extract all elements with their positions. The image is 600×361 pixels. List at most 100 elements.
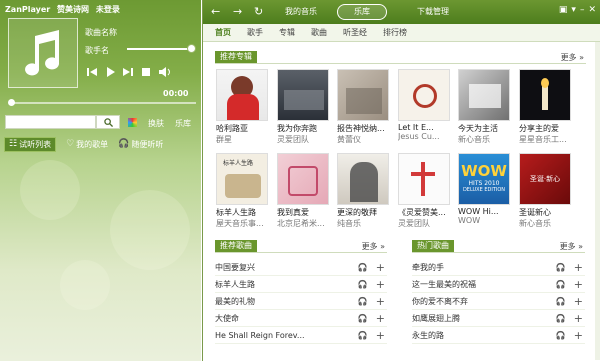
- album-card[interactable]: 更深的敬拜 纯音乐: [337, 153, 389, 229]
- subnav-singers[interactable]: 歌手: [247, 27, 263, 38]
- tab-trial-list[interactable]: ☷ 试听列表: [4, 136, 57, 152]
- cover-text: DELUXE EDITION: [462, 187, 506, 193]
- listen-icon[interactable]: 🎧: [556, 331, 566, 340]
- progress-bar[interactable]: [10, 102, 196, 104]
- add-icon[interactable]: +: [376, 278, 385, 291]
- skin-icon[interactable]: ▣: [559, 5, 568, 15]
- volume-slider[interactable]: [127, 48, 189, 50]
- stop-icon[interactable]: [141, 67, 151, 77]
- song-row[interactable]: 你的爱不离不弃 🎧 +: [412, 293, 585, 310]
- album-card[interactable]: 分享主的爱 星星音乐工...: [519, 69, 571, 145]
- app-name: ZanPlayer: [5, 5, 51, 14]
- add-icon[interactable]: +: [574, 278, 583, 291]
- search-button[interactable]: [96, 115, 120, 129]
- album-cover: [8, 18, 78, 88]
- listen-icon[interactable]: 🎧: [358, 280, 368, 289]
- listen-icon[interactable]: 🎧: [358, 314, 368, 323]
- tab-random-listen[interactable]: 🎧 随便听听: [118, 139, 163, 150]
- add-icon[interactable]: +: [376, 261, 385, 274]
- album-artist: 北京尼希米...: [277, 219, 325, 228]
- tab-library[interactable]: 乐库: [337, 4, 387, 20]
- login-status[interactable]: 未登录: [96, 5, 120, 14]
- palette-icon[interactable]: [128, 118, 137, 127]
- album-card[interactable]: Let It E... Jesus Cu...: [398, 69, 450, 141]
- playlist-icon: ☷: [9, 139, 18, 149]
- subnav-charts[interactable]: 排行榜: [383, 27, 407, 38]
- listen-icon[interactable]: 🎧: [358, 297, 368, 306]
- album-cover-art: [398, 153, 450, 205]
- refresh-icon[interactable]: ↻: [254, 5, 263, 18]
- next-icon[interactable]: [123, 67, 133, 77]
- back-icon[interactable]: ←: [211, 5, 220, 18]
- song-row[interactable]: He Shall Reign Forev... 🎧 +: [215, 327, 387, 344]
- subnav-home[interactable]: 首页: [215, 27, 231, 38]
- skin-button[interactable]: 换肤: [148, 118, 164, 129]
- sub-navigation: 首页 歌手 专辑 歌曲 听圣经 排行榜: [203, 24, 600, 42]
- previous-icon[interactable]: [87, 67, 97, 77]
- minimize-icon[interactable]: –: [580, 5, 585, 15]
- song-title: 如鹰展翅上腾: [412, 313, 460, 323]
- song-title: 最美的礼物: [215, 296, 255, 306]
- more-link[interactable]: 更多 »: [561, 52, 584, 63]
- more-link[interactable]: 更多 »: [362, 241, 385, 252]
- more-link[interactable]: 更多 »: [560, 241, 583, 252]
- song-row[interactable]: 永生的路 🎧 +: [412, 327, 585, 344]
- subnav-songs[interactable]: 歌曲: [311, 27, 327, 38]
- listen-icon[interactable]: 🎧: [556, 297, 566, 306]
- close-icon[interactable]: ✕: [588, 5, 596, 15]
- heart-icon: ♡: [66, 139, 75, 149]
- listen-icon[interactable]: 🎧: [556, 280, 566, 289]
- album-card[interactable]: 我到真爱 北京尼希米...: [277, 153, 329, 229]
- album-title: Let It E...: [398, 123, 434, 132]
- song-row[interactable]: 这一生最美的祝福 🎧 +: [412, 276, 585, 293]
- album-card[interactable]: 标羊人生路 标羊人生路 屋天音乐事...: [216, 153, 268, 229]
- song-title: 中国要复兴: [215, 262, 255, 272]
- top-bar: ← → ↻ 我的音乐 乐库 下载管理 ▣ ▾ – ✕: [203, 0, 600, 24]
- tab-download[interactable]: 下载管理: [417, 6, 449, 17]
- listen-icon[interactable]: 🎧: [358, 331, 368, 340]
- listen-icon[interactable]: 🎧: [358, 263, 368, 272]
- tab-label: 我的歌单: [76, 139, 109, 149]
- album-cover-art: [337, 153, 389, 205]
- site-name[interactable]: 赞美诗网: [57, 5, 89, 14]
- speaker-icon[interactable]: [159, 67, 171, 77]
- album-artist: 纯音乐: [337, 219, 361, 228]
- album-card[interactable]: 报告神悦纳... 黄蕾仪: [337, 69, 389, 145]
- app-title: ZanPlayer 赞美诗网 未登录: [5, 4, 124, 15]
- add-icon[interactable]: +: [574, 295, 583, 308]
- search-input[interactable]: [5, 115, 96, 129]
- add-icon[interactable]: +: [376, 295, 385, 308]
- progress-knob[interactable]: [8, 99, 15, 106]
- subnav-bible[interactable]: 听圣经: [343, 27, 367, 38]
- volume-knob[interactable]: [187, 44, 196, 53]
- play-icon[interactable]: [105, 67, 115, 77]
- album-card[interactable]: 哈利路亚 群星: [216, 69, 268, 145]
- cover-text: 圣诞·新心: [529, 175, 561, 183]
- song-row[interactable]: 最美的礼物 🎧 +: [215, 293, 387, 310]
- add-icon[interactable]: +: [376, 312, 385, 325]
- menu-icon[interactable]: ▾: [571, 5, 576, 15]
- add-icon[interactable]: +: [376, 329, 385, 342]
- tab-my-playlist[interactable]: ♡ 我的歌单: [66, 139, 108, 150]
- scrollbar[interactable]: [595, 42, 600, 360]
- song-row[interactable]: 如鹰展翅上腾 🎧 +: [412, 310, 585, 327]
- album-card[interactable]: 我为你奔跑 灵爱团队: [277, 69, 329, 145]
- library-button[interactable]: 乐库: [175, 118, 191, 129]
- album-card[interactable]: 《灵爱赞美... 灵爱团队: [398, 153, 450, 229]
- song-row[interactable]: 中国要复兴 🎧 +: [215, 259, 387, 276]
- listen-icon[interactable]: 🎧: [556, 263, 566, 272]
- album-card[interactable]: 今天为主活 新心音乐: [458, 69, 510, 145]
- forward-icon[interactable]: →: [233, 5, 242, 18]
- section-title: 推荐歌曲: [215, 240, 257, 252]
- listen-icon[interactable]: 🎧: [556, 314, 566, 323]
- subnav-albums[interactable]: 专辑: [279, 27, 295, 38]
- add-icon[interactable]: +: [574, 261, 583, 274]
- add-icon[interactable]: +: [574, 312, 583, 325]
- album-card[interactable]: 圣诞·新心 圣诞新心 新心音乐: [519, 153, 571, 229]
- song-row[interactable]: 牵我的手 🎧 +: [412, 259, 585, 276]
- tab-my-music[interactable]: 我的音乐: [285, 6, 317, 17]
- song-row[interactable]: 大使命 🎧 +: [215, 310, 387, 327]
- album-card[interactable]: WOW HITS 2010 DELUXE EDITION WOW Hi... W…: [458, 153, 510, 225]
- song-row[interactable]: 标羊人生路 🎧 +: [215, 276, 387, 293]
- add-icon[interactable]: +: [574, 329, 583, 342]
